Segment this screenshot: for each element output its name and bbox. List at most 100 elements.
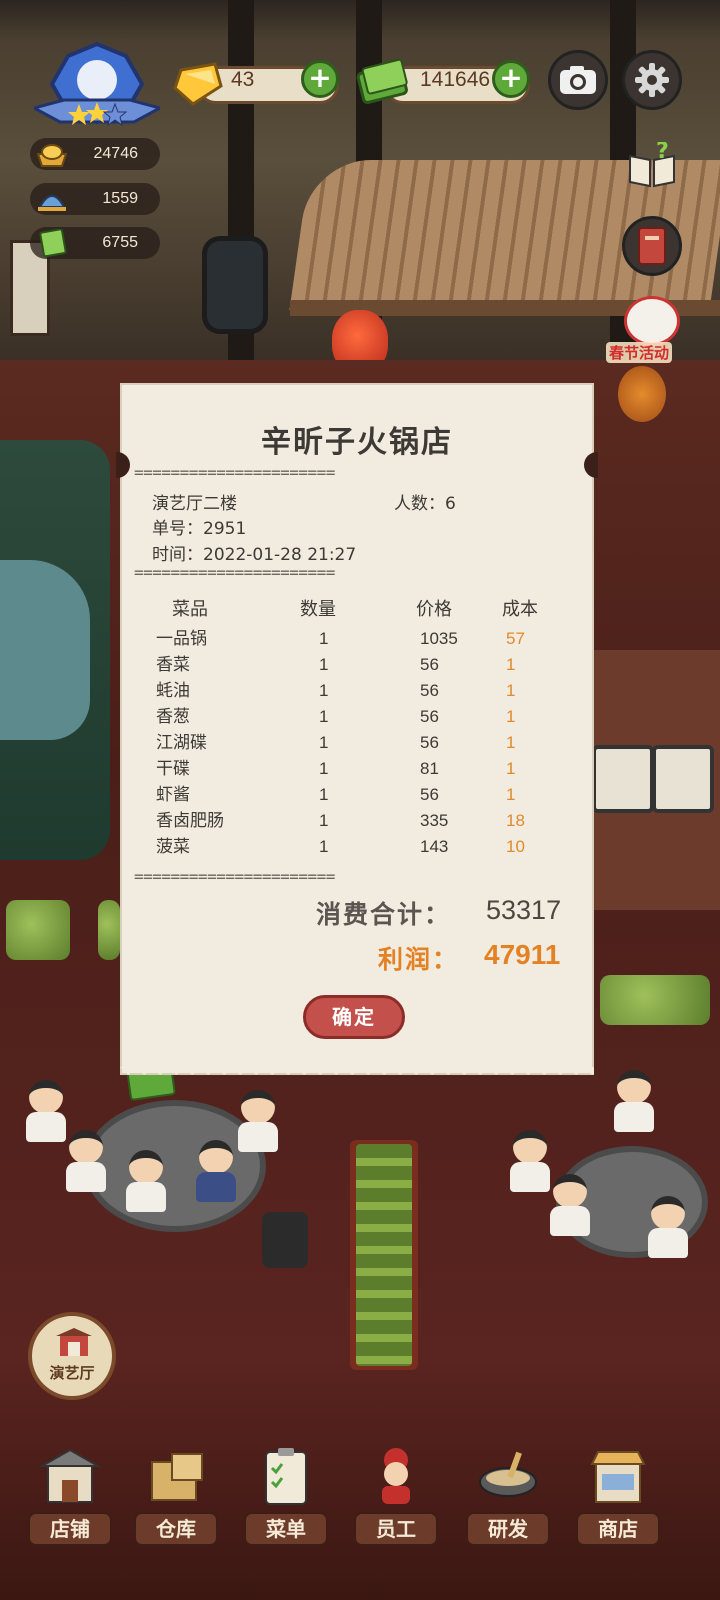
market-stall-icon [590, 1451, 646, 1503]
restaurant-name: 辛昕子火锅店 [261, 425, 453, 460]
stat-gold: 24746 [30, 138, 160, 170]
receipt-item-row: 香菜 1 56 1 [120, 652, 594, 678]
receipt-torn-edge [120, 1067, 594, 1083]
confirm-button[interactable]: 确定 [303, 995, 405, 1039]
profit-value: 47911 [484, 939, 561, 970]
rank-shield-icon [29, 41, 165, 127]
hall-icon [56, 1328, 92, 1356]
gem-counter: 43 + [173, 60, 340, 106]
receipt-item-row: 香卤肥肠 1 335 18 [120, 808, 594, 834]
nav-staff[interactable]: 员工 [354, 1440, 438, 1552]
stove [592, 745, 654, 813]
bill-receipt-dialog: 辛昕子火锅店 ====================== 演艺厅二楼 人数：6… [116, 383, 598, 1083]
receipt-item-row: 干碟 1 81 1 [120, 756, 594, 782]
svg-text:?: ? [656, 142, 669, 164]
order-time: 时间：2022-01-28 21:27 [152, 545, 357, 565]
dish-price: 143 [420, 837, 449, 856]
col-header-qty: 数量 [300, 599, 336, 620]
gear-icon [635, 63, 669, 97]
dish-name: 一品锅 [156, 629, 207, 649]
col-header-cost: 成本 [502, 599, 538, 620]
cash-counter: 141646 + [356, 58, 531, 104]
nav-label: 菜单 [244, 1512, 328, 1546]
event-label: 春节活动 [606, 342, 673, 363]
stat-recipes: 6755 [30, 227, 160, 259]
dish-qty: 1 [319, 733, 329, 752]
gold-value: 24746 [93, 145, 139, 162]
potted-bush [6, 900, 70, 960]
stove [652, 745, 714, 813]
camera-icon [560, 66, 596, 94]
storefront-icon [38, 1448, 102, 1503]
performance-hall-button[interactable]: 演艺厅 [28, 1312, 116, 1400]
journal-button[interactable] [622, 216, 682, 276]
customer [126, 1150, 166, 1214]
dish-cost: 18 [506, 811, 525, 830]
customer [510, 1130, 550, 1194]
dish-price: 56 [420, 655, 439, 674]
customer [238, 1090, 278, 1154]
profit-label: 利润： [378, 945, 460, 974]
dish-name: 香卤肥肠 [156, 811, 224, 831]
chef-icon [382, 1448, 410, 1504]
spring-festival-event-button[interactable]: 春节活动 [594, 296, 704, 446]
receipt-item-row: 江湖碟 1 56 1 [120, 730, 594, 756]
gem-icon [173, 62, 223, 106]
total-value: 53317 [486, 895, 562, 925]
dish-name: 虾酱 [156, 785, 190, 805]
dish-price: 56 [420, 733, 439, 752]
col-header-dish: 菜品 [172, 599, 208, 620]
dish-cost: 1 [506, 681, 516, 700]
nav-label: 商店 [576, 1512, 660, 1546]
customer [614, 1070, 654, 1134]
help-book-button[interactable]: ? [622, 136, 682, 196]
dish-name: 江湖碟 [156, 733, 207, 753]
receipt-item-row: 香葱 1 56 1 [120, 704, 594, 730]
dish-cost: 1 [506, 707, 516, 726]
nav-menu[interactable]: 菜单 [244, 1440, 328, 1552]
dish-price: 56 [420, 681, 439, 700]
divider: ====================== [134, 466, 335, 480]
gold-ingot-icon [36, 144, 68, 167]
dish-cost: 1 [506, 655, 516, 674]
mascot-icon [618, 366, 666, 422]
people-count: 人数：6 [394, 494, 456, 514]
nav-research[interactable]: 研发 [466, 1440, 550, 1552]
add-cash-button[interactable]: + [492, 60, 530, 98]
recipe-book-icon [39, 229, 67, 257]
dish-name: 蚝油 [156, 681, 190, 701]
dish-qty: 1 [319, 785, 329, 804]
settings-button[interactable] [622, 50, 682, 110]
customer [648, 1196, 688, 1260]
customer [26, 1080, 66, 1144]
recipes-value: 6755 [102, 234, 138, 251]
dish-qty: 1 [319, 655, 329, 674]
col-header-price: 价格 [416, 599, 452, 620]
nav-store[interactable]: 商店 [576, 1440, 660, 1552]
receipt-item-row: 虾酱 1 56 1 [120, 782, 594, 808]
performance-hall-label: 演艺厅 [49, 1364, 95, 1382]
rank-badge[interactable] [29, 38, 165, 128]
dish-cost: 1 [506, 733, 516, 752]
add-gems-button[interactable]: + [301, 60, 339, 98]
dish-name: 菠菜 [156, 837, 190, 857]
total-label: 消费合计： [316, 900, 452, 929]
nav-warehouse[interactable]: 仓库 [134, 1440, 218, 1552]
hall-name: 演艺厅二楼 [152, 494, 237, 514]
dish-qty: 1 [319, 759, 329, 778]
dish-price: 56 [420, 707, 439, 726]
order-number: 单号：2951 [152, 519, 247, 539]
dish-rack [262, 1212, 308, 1268]
receipt-item-row: 一品锅 1 1035 57 [120, 626, 594, 652]
receipt-item-row: 菠菜 1 143 10 [120, 834, 594, 860]
hedge [600, 975, 710, 1025]
cash-stack-icon [356, 58, 408, 104]
divider: ====================== [134, 566, 335, 580]
nav-label: 员工 [354, 1512, 438, 1546]
camera-button[interactable] [548, 50, 608, 110]
nav-shop-building[interactable]: 店铺 [28, 1440, 112, 1552]
dish-cost: 1 [506, 785, 516, 804]
dish-price: 56 [420, 785, 439, 804]
long-planter [350, 1140, 418, 1370]
clipboard-icon [265, 1448, 307, 1505]
